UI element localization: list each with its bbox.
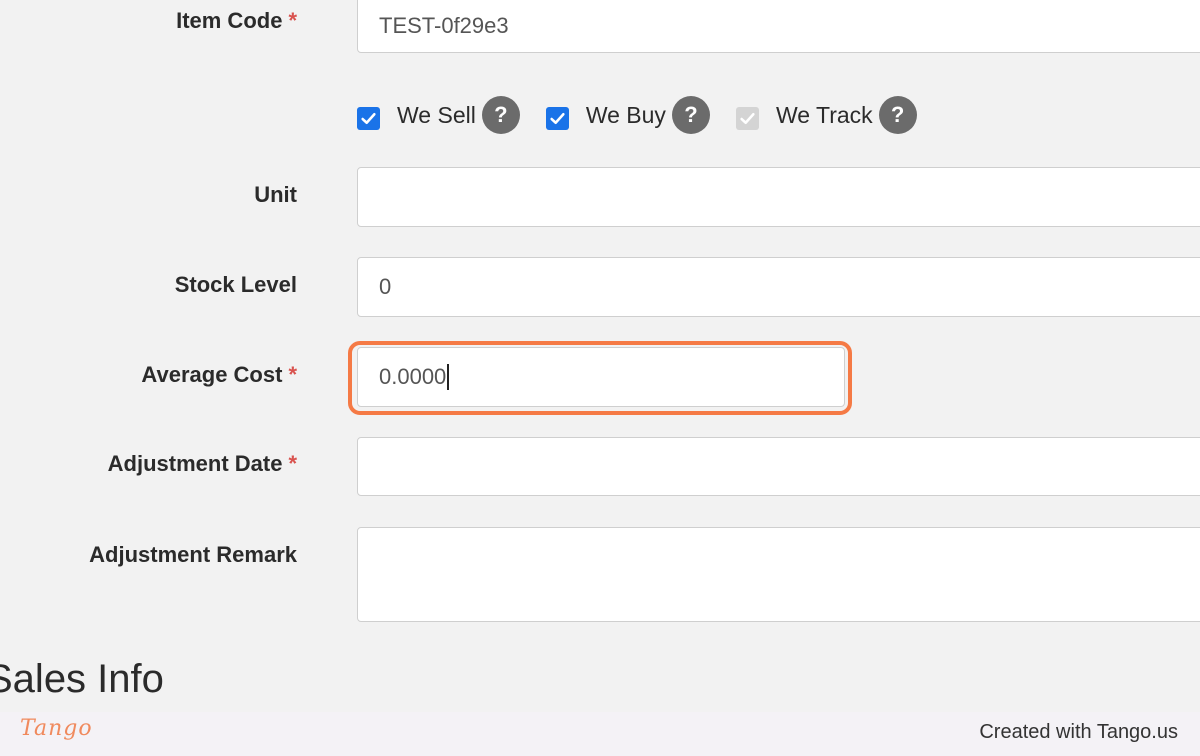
we-sell-checkbox[interactable] — [357, 106, 380, 130]
we-track-option: We Track ? — [735, 96, 917, 134]
item-code-label-text: Item Code — [176, 8, 283, 33]
unit-input[interactable] — [357, 167, 1200, 227]
adjustment-remark-textarea[interactable] — [357, 527, 1200, 622]
help-icon[interactable]: ? — [671, 96, 710, 134]
checkmark-icon — [361, 112, 376, 124]
tango-logo: Tango — [20, 716, 93, 741]
stock-level-value: 0 — [379, 274, 392, 299]
item-code-value: TEST-0f29e3 — [379, 12, 509, 38]
we-track-checkbox — [735, 106, 759, 130]
average-cost-value: 0.0000 — [379, 364, 447, 389]
item-code-label: Item Code * — [176, 8, 297, 34]
item-code-input[interactable]: TEST-0f29e3 — [357, 0, 1200, 53]
we-track-label: We Track — [775, 102, 873, 128]
help-icon[interactable]: ? — [481, 96, 520, 134]
help-icon[interactable]: ? — [878, 96, 917, 134]
adjustment-date-label-text: Adjustment Date — [107, 451, 283, 476]
adjustment-date-label: Adjustment Date * — [108, 451, 297, 477]
required-marker: * — [288, 362, 297, 387]
form-screen: Item Code * TEST-0f29e3 We Sell ? We Buy … — [0, 0, 1200, 756]
adjustment-remark-label: Adjustment Remark — [89, 542, 297, 568]
checkmark-icon — [550, 112, 565, 124]
sales-info-heading: Sales Info — [0, 657, 164, 701]
we-buy-label: We Buy — [585, 102, 666, 128]
text-cursor — [447, 364, 450, 390]
average-cost-label: Average Cost * — [141, 362, 297, 388]
required-marker: * — [288, 451, 297, 476]
average-cost-label-text: Average Cost — [141, 362, 283, 387]
footer-credit: Created with Tango.us — [979, 721, 1178, 743]
stock-level-label: Stock Level — [175, 272, 297, 298]
adjustment-remark-label-text: Adjustment Remark — [89, 542, 297, 567]
unit-label: Unit — [254, 182, 297, 208]
checkmark-icon — [740, 112, 755, 124]
we-buy-option[interactable]: We Buy ? — [545, 96, 710, 134]
average-cost-input[interactable]: 0.0000 — [357, 347, 845, 407]
required-marker: * — [288, 8, 297, 33]
stock-level-label-text: Stock Level — [174, 272, 297, 297]
unit-label-text: Unit — [254, 182, 297, 207]
adjustment-date-input[interactable] — [357, 437, 1200, 496]
flags-row: We Sell ? We Buy ? We Track ? — [357, 96, 943, 134]
we-buy-checkbox[interactable] — [545, 106, 569, 130]
we-sell-option[interactable]: We Sell ? — [357, 96, 520, 134]
stock-level-input[interactable]: 0 — [357, 257, 1200, 317]
we-sell-label: We Sell — [397, 102, 476, 128]
footer-bar: Tango Created with Tango.us — [0, 712, 1200, 756]
